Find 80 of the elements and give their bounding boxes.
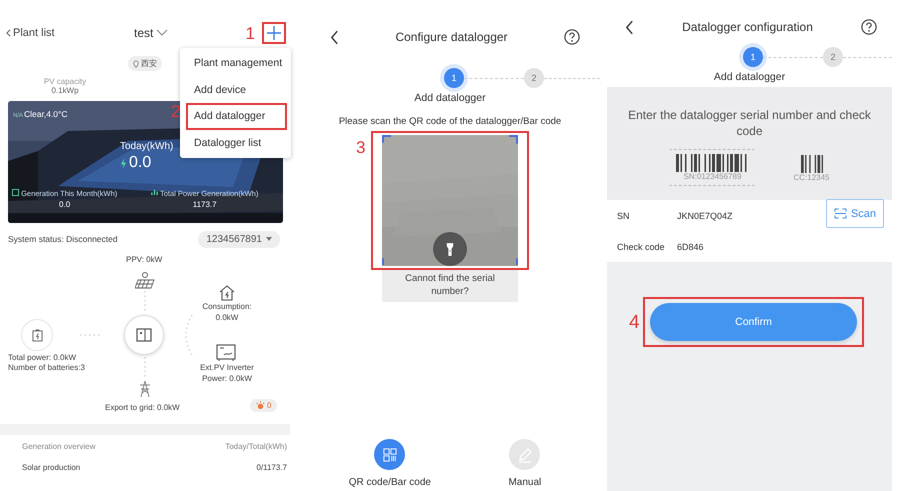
location-tag: 西安 <box>128 56 162 71</box>
input-field[interactable]: 6D846 <box>677 242 884 252</box>
battery-power: Total power: 0.0kW <box>8 353 78 364</box>
check-code-sample: CC:12345 <box>793 173 830 182</box>
back-icon <box>6 29 11 37</box>
bolt-icon <box>120 158 127 168</box>
overview-row-label: Solar production <box>22 463 80 472</box>
weather-text: Clear,4.0°C <box>24 109 68 119</box>
ext-inverter-power: Power: 0.0kW <box>202 374 252 385</box>
step-number: 3 <box>356 139 366 156</box>
pv-capacity-label: PV capacity <box>44 77 86 86</box>
caret-icon <box>266 237 272 241</box>
connector-line <box>144 357 146 377</box>
pin-icon <box>133 60 139 68</box>
scan-instruction: Please scan the QR code of the datalogger/Bar code <box>338 116 562 127</box>
today-label: Today(kWh) <box>120 141 174 152</box>
battery-node[interactable] <box>21 319 53 351</box>
add-button[interactable] <box>262 22 286 44</box>
screen-title: Datalogger configuration <box>682 20 813 34</box>
battery-icon <box>32 328 42 342</box>
pylon-icon <box>138 380 152 398</box>
plus-icon <box>266 25 282 41</box>
back-icon[interactable] <box>330 30 339 44</box>
connector-line <box>144 291 146 311</box>
overview-row-value: 0/1173.7 <box>256 463 287 472</box>
instruction-text: Enter the datalogger serial number and check code <box>627 107 872 140</box>
overview-title: Generation overview <box>22 442 96 451</box>
step-title: Add datalogger <box>712 71 786 83</box>
total-value: 1173.7 <box>192 200 217 209</box>
input-field[interactable]: JKN0E7Q04Z <box>677 210 826 221</box>
device-selector[interactable]: 1234567891 <box>198 230 280 248</box>
step-number: 4 <box>629 313 640 332</box>
month-value: 0.0 <box>59 200 70 209</box>
scan-icon <box>834 208 847 220</box>
chevron-icon <box>156 29 168 37</box>
ext-inverter-label: Ext.PV Inverter <box>200 363 254 374</box>
step-indicator: 2 <box>524 68 544 88</box>
plant-selector[interactable]: test <box>134 26 168 40</box>
barcode-drawing <box>800 155 822 174</box>
flashlight-icon <box>446 242 454 256</box>
menu-item[interactable]: Datalogger list <box>186 130 287 156</box>
step-number: 1 <box>246 24 255 42</box>
overview-unit: Today/Total(kWh) <box>225 442 287 451</box>
house-icon <box>218 285 236 301</box>
back-link[interactable]: Plant list <box>6 27 55 39</box>
inverter-icon <box>136 328 152 342</box>
field-label: SN <box>617 210 631 221</box>
pv-power: PPV: 0kW <box>126 255 162 264</box>
screen-title: Configure datalogger <box>395 30 508 44</box>
help-icon[interactable] <box>860 19 877 35</box>
battery-count: Number of batteries:3 <box>8 363 85 374</box>
step-indicator: 2 <box>823 47 843 67</box>
step-indicator: 1 <box>444 68 464 88</box>
inverter-icon <box>216 344 236 362</box>
step-indicator: 1 <box>743 47 763 67</box>
consumption-value: 0.0kW <box>216 312 238 324</box>
today-value: 0.0 <box>129 154 152 172</box>
grid-export: Export to grid: 0.0kW <box>105 403 180 412</box>
system-status: System status: Disconnected <box>8 234 118 244</box>
back-icon[interactable] <box>625 20 634 34</box>
inverter-node[interactable] <box>124 315 164 355</box>
scan-button[interactable]: Scan <box>826 199 884 228</box>
chart-icon <box>151 189 158 196</box>
alarm-icon <box>256 401 265 410</box>
scan-mode-tab[interactable]: QR code/Bar code <box>348 439 431 488</box>
serial-help-link[interactable]: Cannot find the serial number? <box>382 270 518 302</box>
menu-item[interactable]: Plant management <box>186 50 287 76</box>
menu-item[interactable]: Add device <box>186 76 287 103</box>
pv-capacity-value: 0.1kWp <box>51 86 79 95</box>
serial-sample: SN:0123456789 <box>684 172 742 182</box>
consumption-label: Consumption: <box>202 302 252 313</box>
help-icon[interactable] <box>564 29 580 45</box>
scan-mode-tab[interactable]: Manual <box>508 439 542 488</box>
menu-item[interactable]: Add datalogger <box>186 103 287 130</box>
field-label: Check code <box>617 242 666 252</box>
step-number: 2 <box>171 103 180 120</box>
connector-line <box>185 314 193 356</box>
step-title: Add datalogger <box>413 92 487 104</box>
connector-line <box>80 334 100 336</box>
solar-panel-icon <box>135 271 155 289</box>
